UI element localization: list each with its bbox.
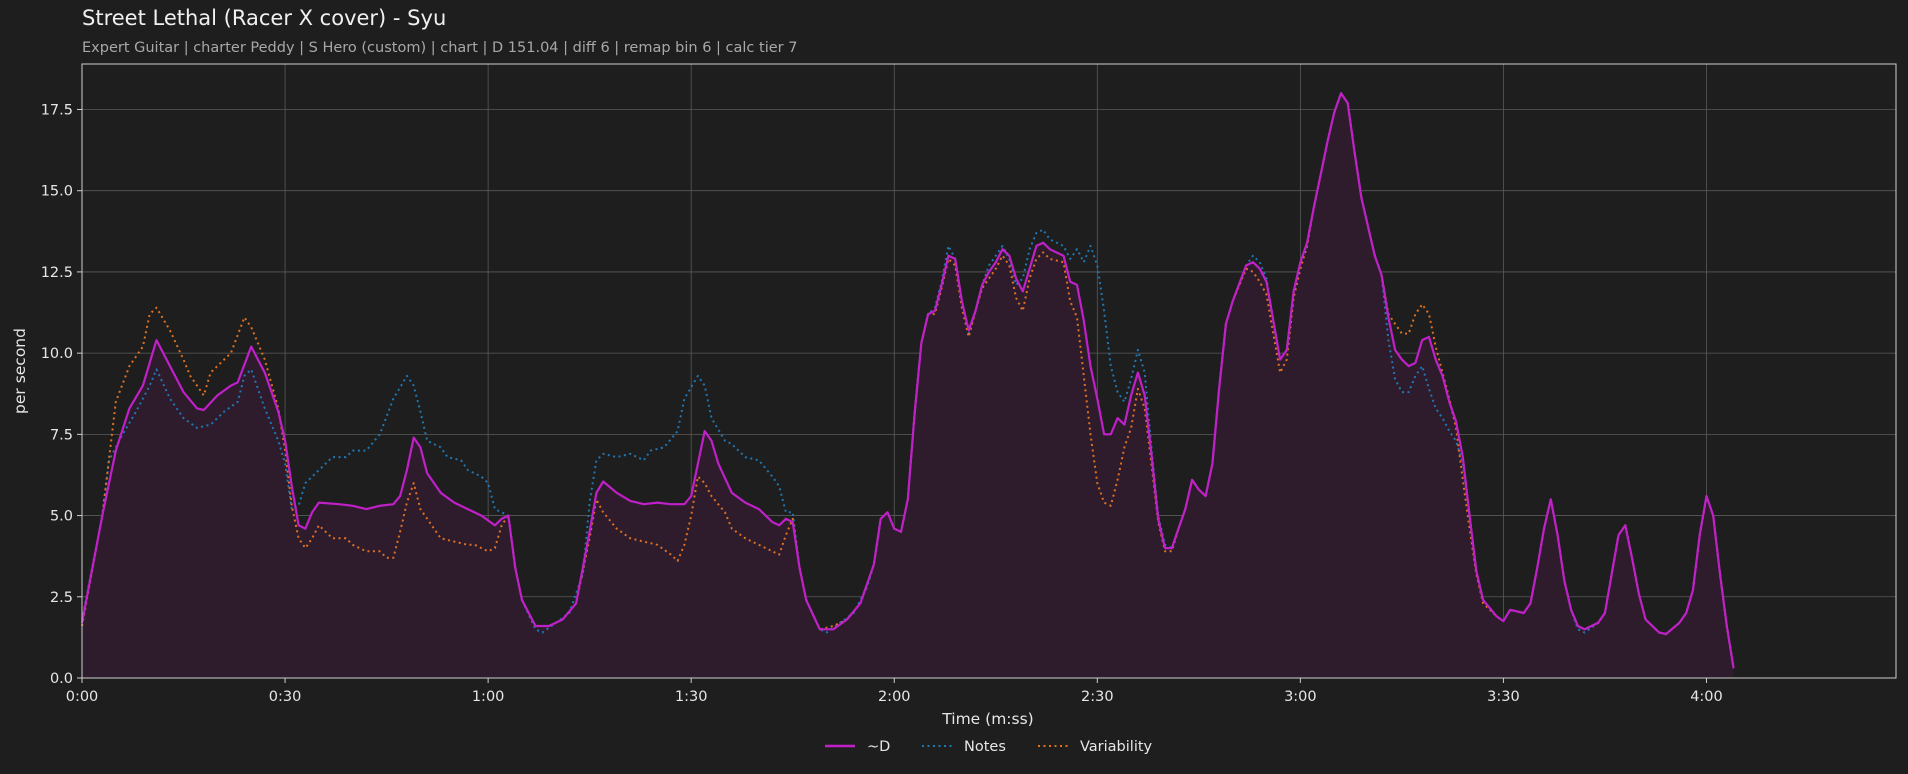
x-axis-label: Time (m:ss) (941, 710, 1033, 728)
y-tick-label: 7.5 (50, 427, 73, 443)
y-axis-label: per second (11, 328, 29, 414)
legend-label-notes: Notes (964, 739, 1006, 755)
x-tick-label: 3:30 (1487, 689, 1520, 705)
x-tick-label: 1:00 (472, 689, 505, 705)
legend-label-variability: Variability (1080, 739, 1153, 755)
x-tick-label: 3:00 (1284, 689, 1317, 705)
line-chart: 0:00 0:30 1:00 1:30 2:00 2:30 3:00 3:30 4:00 0.0… (11, 63, 1897, 755)
y-tick-label: 17.5 (41, 102, 73, 118)
x-tick-label: 0:30 (269, 689, 302, 705)
x-tick-label: 2:30 (1081, 689, 1114, 705)
x-tick-label: 2:00 (878, 689, 911, 705)
x-axis: 0:00 0:30 1:00 1:30 2:00 2:30 3:00 3:30 4:00 (66, 678, 1723, 705)
x-tick-label: 0:00 (66, 689, 99, 705)
y-tick-label: 5.0 (50, 509, 73, 525)
y-axis: 0.0 2.5 5.0 7.5 10.0 12.5 15.0 17.5 (41, 102, 82, 687)
y-tick-label: 10.0 (41, 346, 73, 362)
legend: ~D Notes Variability (825, 739, 1153, 755)
legend-label-d: ~D (867, 739, 890, 755)
d-area-fill (82, 93, 1734, 678)
x-tick-label: 1:30 (675, 689, 708, 705)
y-tick-label: 2.5 (50, 590, 73, 606)
y-tick-label: 15.0 (41, 184, 73, 200)
x-tick-label: 4:00 (1690, 689, 1723, 705)
y-tick-label: 0.0 (50, 671, 73, 687)
y-tick-label: 12.5 (41, 265, 73, 281)
